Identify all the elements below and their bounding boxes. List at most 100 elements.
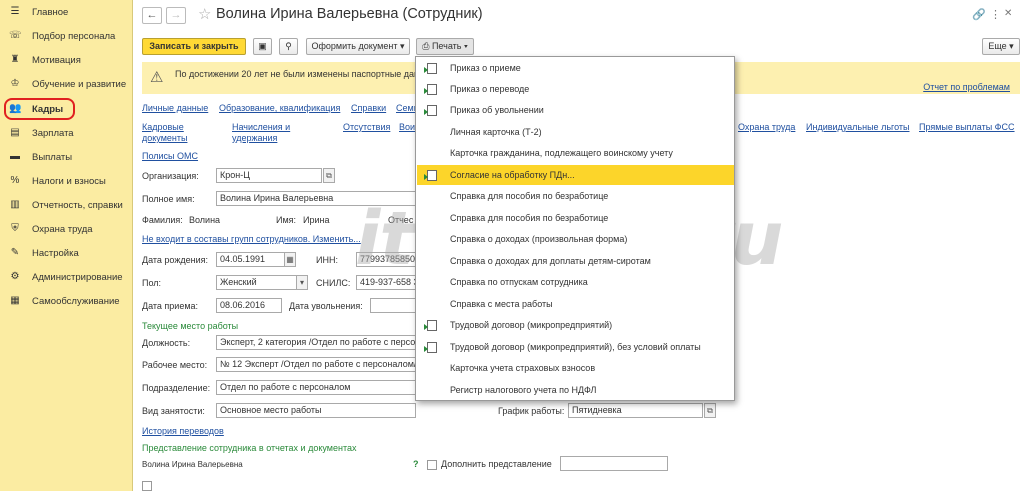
sidebar-item-personnel[interactable]: 👥 Кадры: [0, 99, 133, 119]
sidebar-item-administration[interactable]: ⚙ Администрирование: [0, 267, 133, 287]
people-icon: 👥: [9, 103, 22, 114]
link-icon[interactable]: 🔗: [972, 8, 986, 21]
menu-item-label: Регистр налогового учета по НДФЛ: [450, 385, 597, 395]
printer-icon: ⎙: [422, 41, 432, 51]
page-title: Волина Ирина Валерьевна (Сотрудник): [216, 6, 483, 22]
menu-item-ndfl-register[interactable]: Регистр налогового учета по НДФЛ: [417, 380, 734, 400]
tab-fss-payments[interactable]: Прямые выплаты ФСС: [919, 122, 1015, 133]
patronymic-label: Отчес: [388, 215, 414, 225]
gender-select[interactable]: Женский: [216, 275, 298, 290]
gender-dropdown-button[interactable]: ▾: [296, 275, 308, 290]
menu-item-personal-card[interactable]: Личная карточка (Т-2): [417, 122, 734, 142]
menu-item-insurance-card[interactable]: Карточка учета страховых взносов: [417, 358, 734, 378]
menu-item-income-cert-orphans[interactable]: Справка о доходах для доплаты детям-сиро…: [417, 251, 734, 271]
tab-hr-docs-line2[interactable]: документы: [142, 133, 187, 144]
birthdate-label: Дата рождения:: [142, 255, 208, 265]
inn-label: ИНН:: [316, 255, 338, 265]
employee-groups-link[interactable]: Не входит в составы групп сотрудников. И…: [142, 234, 361, 245]
tab-accruals-line2[interactable]: удержания: [232, 133, 277, 144]
menu-item-label: Карточка гражданина, подлежащего воинско…: [450, 148, 673, 158]
save-button[interactable]: ▣: [253, 38, 272, 55]
open-org-button[interactable]: ⧉: [323, 168, 335, 183]
fullname-field[interactable]: Волина Ирина Валерьевна: [216, 191, 416, 206]
create-document-button[interactable]: Оформить документ ▾: [306, 38, 410, 55]
save-close-button[interactable]: Записать и закрыть: [142, 38, 246, 55]
sidebar-item-motivation[interactable]: ♜ Мотивация: [0, 50, 133, 70]
snils-label: СНИЛС:: [316, 278, 351, 288]
sidebar-item-training[interactable]: ♔ Обучение и развитие: [0, 74, 133, 94]
org-field[interactable]: Крон-Ц: [216, 168, 322, 183]
position-field[interactable]: Эксперт, 2 категория /Отдел по работе с …: [216, 335, 416, 350]
extend-representation-field[interactable]: [560, 456, 668, 471]
sidebar-item-label: Самообслуживание: [32, 295, 120, 307]
sidebar-item-main[interactable]: ☰ Главное: [0, 2, 133, 22]
tab-labor-safety[interactable]: Охрана труда: [738, 122, 795, 133]
schedule-field[interactable]: Пятидневка: [568, 403, 703, 418]
schedule-label: График работы:: [498, 406, 565, 416]
tab-certificates[interactable]: Справки: [351, 103, 386, 114]
attach-button[interactable]: ⚲: [279, 38, 298, 55]
fullname-label: Полное имя:: [142, 194, 195, 204]
open-schedule-button[interactable]: ⧉: [704, 403, 716, 418]
back-button[interactable]: ←: [142, 7, 162, 24]
sidebar-item-label: Кадры: [32, 103, 64, 115]
menu-item-unemployment-cert-2[interactable]: Справка для пособия по безработице: [417, 208, 734, 228]
sidebar-item-recruitment[interactable]: ☏ Подбор персонала: [0, 26, 133, 46]
sidebar-item-self-service[interactable]: ▦ Самообслуживание: [0, 291, 133, 311]
menu-item-pd-consent[interactable]: Согласие на обработку ПДн...: [417, 165, 734, 185]
floppy-icon: ▣: [258, 41, 267, 51]
forward-button[interactable]: →: [166, 7, 186, 24]
help-icon[interactable]: ?: [413, 459, 419, 469]
surname-label: Фамилия:: [142, 215, 183, 225]
snils-field[interactable]: 419-937-658 3: [356, 275, 416, 290]
name-value: Ирина: [303, 215, 330, 225]
menu-item-military-card[interactable]: Карточка гражданина, подлежащего воинско…: [417, 143, 734, 163]
workplace-field[interactable]: № 12 Эксперт /Отдел по работе с персонал…: [216, 357, 416, 372]
sidebar-item-payments[interactable]: ▬ Выплаты: [0, 147, 133, 167]
tab-education[interactable]: Образование, квалификация: [219, 103, 340, 114]
sidebar-item-salary[interactable]: ▤ Зарплата: [0, 123, 133, 143]
menu-item-labor-contract-no-pay[interactable]: Трудовой договор (микропредприятий), без…: [417, 337, 734, 357]
menu-item-dismissal-order[interactable]: Приказ об увольнении: [417, 100, 734, 120]
transfer-history-link[interactable]: История переводов: [142, 426, 224, 437]
dismissal-date-field[interactable]: [370, 298, 416, 313]
tab-absences[interactable]: Отсутствия: [343, 122, 390, 133]
sidebar-item-taxes[interactable]: % Налоги и взносы: [0, 171, 133, 191]
inn-field[interactable]: 77993785850: [356, 252, 416, 267]
bottom-checkbox[interactable]: [142, 481, 152, 491]
sidebar-item-label: Зарплата: [32, 127, 74, 139]
tab-individual-benefits[interactable]: Индивидуальные льготы: [806, 122, 910, 133]
sidebar-item-labor-safety[interactable]: ⛨ Охрана труда: [0, 219, 133, 239]
chevron-down-icon: ▾: [1009, 41, 1014, 51]
tab-hr-docs-line1[interactable]: Кадровые: [142, 122, 184, 133]
calendar-button[interactable]: ▦: [284, 252, 296, 267]
sidebar-item-label: Налоги и взносы: [32, 175, 106, 187]
menu-item-unemployment-cert-1[interactable]: Справка для пособия по безработице: [417, 186, 734, 206]
extend-representation-checkbox[interactable]: [427, 460, 437, 470]
more-vertical-icon[interactable]: ⋮: [990, 8, 1001, 21]
birthdate-field[interactable]: 04.05.1991: [216, 252, 286, 267]
department-field[interactable]: Отдел по работе с персоналом: [216, 380, 416, 395]
more-button[interactable]: Еще ▾: [982, 38, 1020, 55]
close-icon[interactable]: ✕: [1004, 8, 1012, 19]
menu-item-income-cert-free[interactable]: Справка о доходах (произвольная форма): [417, 229, 734, 249]
tab-accruals-line1[interactable]: Начисления и: [232, 122, 290, 133]
org-label: Организация:: [142, 171, 199, 181]
tab-personal-data[interactable]: Личные данные: [142, 103, 208, 114]
employment-type-field[interactable]: Основное место работы: [216, 403, 416, 418]
problems-report-link[interactable]: Отчет по проблемам: [923, 82, 1010, 92]
hire-date-field[interactable]: 08.06.2016: [216, 298, 282, 313]
menu-item-transfer-order[interactable]: Приказ о переводе: [417, 79, 734, 99]
create-document-label: Оформить документ: [311, 41, 398, 51]
print-button[interactable]: ⎙ Печать ▾: [416, 38, 474, 55]
tab-oms-policies[interactable]: Полисы ОМС: [142, 151, 198, 162]
menu-item-vacation-cert[interactable]: Справка по отпускам сотрудника: [417, 272, 734, 292]
menu-item-hire-order[interactable]: Приказ о приеме: [417, 58, 734, 78]
sidebar: ☰ Главное ☏ Подбор персонала ♜ Мотивация…: [0, 0, 133, 491]
menu-item-labor-contract[interactable]: Трудовой договор (микропредприятий): [417, 315, 734, 335]
sidebar-item-reports[interactable]: ▥ Отчетность, справки: [0, 195, 133, 215]
sidebar-item-label: Подбор персонала: [32, 30, 116, 42]
sidebar-item-settings[interactable]: ✎ Настройка: [0, 243, 133, 263]
menu-item-employment-cert[interactable]: Справка с места работы: [417, 294, 734, 314]
favorite-star-icon[interactable]: ☆: [198, 5, 211, 23]
